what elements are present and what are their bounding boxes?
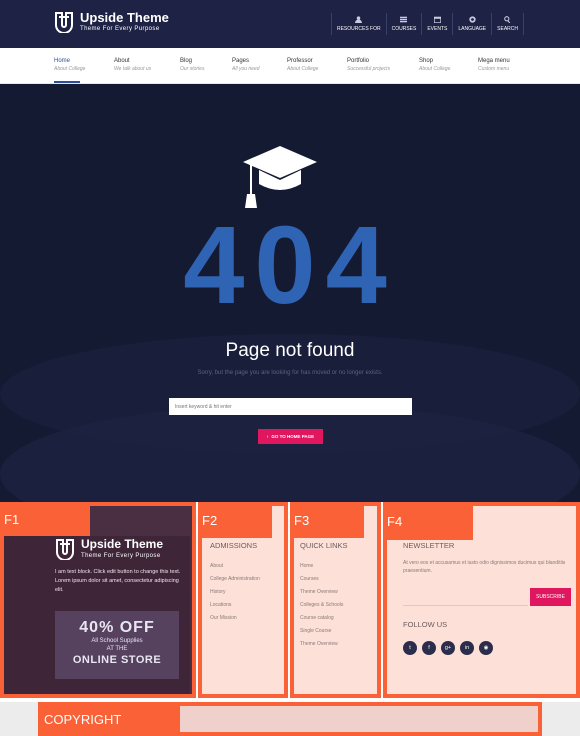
top-menu-label: SEARCH	[497, 26, 518, 32]
promo-store: ONLINE STORE	[72, 654, 162, 666]
footer-link[interactable]: Single Course	[300, 628, 343, 641]
top-menu-label: RESOURCES FOR	[336, 26, 381, 32]
go-home-button[interactable]: › GO TO HOME PAGE	[258, 429, 323, 444]
main-nav: Home About College About We talk about u…	[0, 48, 580, 84]
logo-icon	[56, 539, 74, 560]
footer-tag-f4: F4	[383, 502, 473, 540]
nav-item-professor[interactable]: Professor About College	[287, 58, 318, 72]
logo-title: Upside Theme	[80, 10, 169, 25]
footer-link[interactable]: History	[210, 589, 260, 602]
footer-logo[interactable]: Upside Theme Theme For Every Purpose	[55, 537, 163, 561]
nav-item-mega-menu[interactable]: Mega menu Custom menu	[478, 58, 510, 72]
quick-links-title: QUICK LINKS	[300, 541, 348, 550]
top-menu-label: LANGUAGE	[458, 26, 487, 32]
newsletter-email-input[interactable]	[403, 588, 528, 606]
newsletter-title: NEWSLETTER	[403, 541, 455, 550]
promo-line-2: AT THE	[106, 646, 128, 652]
footer-about-text: I am text block. Click edit button to ch…	[55, 569, 181, 593]
logo-icon	[55, 12, 73, 33]
top-menu-language[interactable]: LANGUAGE	[452, 13, 491, 35]
footer-tag-f1: F1	[0, 502, 90, 536]
nav-item-about[interactable]: About We talk about us	[114, 58, 151, 72]
top-menu-resources[interactable]: RESOURCES FOR	[330, 13, 386, 35]
subscribe-button[interactable]: SUBSCRIBE	[530, 588, 571, 606]
social-links: t f g+ in ◉	[403, 641, 498, 655]
top-menu: RESOURCES FOR COURSES EVENTS LANGUAGE SE…	[330, 13, 524, 35]
error-message: Sorry, but the page you are looking for …	[197, 370, 383, 376]
facebook-icon[interactable]: f	[422, 641, 436, 655]
google-plus-icon[interactable]: g+	[441, 641, 455, 655]
nav-label: Professor	[287, 58, 313, 64]
top-menu-search[interactable]: SEARCH	[491, 13, 524, 35]
error-code: 404	[183, 204, 397, 327]
hero-404: 404 Page not found Sorry, but the page y…	[0, 84, 580, 502]
nav-item-shop[interactable]: Shop About College	[419, 58, 450, 72]
active-nav-indicator	[54, 81, 80, 83]
top-menu-label: COURSES	[391, 26, 417, 32]
nav-sublabel: Successful projects	[347, 66, 391, 72]
globe-icon	[469, 16, 476, 23]
user-icon	[355, 16, 363, 23]
footer-logo-tagline: Theme For Every Purpose	[81, 553, 161, 559]
admissions-links: About College Administration History Loc…	[210, 563, 260, 628]
nav-label: About	[114, 58, 130, 64]
promo-line-1: All School Supplies	[91, 638, 143, 644]
nav-item-home[interactable]: Home About College	[54, 58, 85, 72]
footer-link[interactable]: About	[210, 563, 260, 576]
nav-label: Portfolio	[347, 58, 370, 64]
nav-label: Pages	[232, 58, 250, 64]
footer-tag-f3: F3	[290, 502, 364, 538]
nav-item-portfolio[interactable]: Portfolio Successful projects	[347, 58, 390, 72]
footer-link[interactable]: Theme Overview	[300, 589, 343, 602]
chevron-right-icon: ›	[266, 434, 269, 439]
site-logo[interactable]: Upside Theme Theme For Every Purpose	[54, 10, 169, 34]
nav-sublabel: About College	[287, 66, 319, 72]
nav-item-blog[interactable]: Blog Our stories	[180, 58, 204, 72]
nav-sublabel: All you need	[232, 66, 260, 72]
footer-link[interactable]: Theme Overview	[300, 641, 343, 654]
search-input[interactable]	[169, 398, 412, 415]
nav-sublabel: Our stories	[180, 66, 205, 72]
top-menu-label: EVENTS	[427, 26, 448, 32]
admissions-title: ADMISSIONS	[210, 541, 258, 550]
top-header: Upside Theme Theme For Every Purpose RES…	[0, 0, 580, 48]
copyright-label: COPYRIGHT	[38, 702, 180, 736]
footer-link[interactable]: Colleges & Schools	[300, 602, 343, 615]
quick-links: Home Courses Theme Overview Colleges & S…	[300, 563, 343, 654]
footer-link[interactable]: Locations	[210, 602, 260, 615]
error-title: Page not found	[225, 340, 355, 361]
list-icon	[400, 16, 408, 23]
nav-sublabel: About College	[54, 66, 86, 72]
nav-label: Shop	[419, 58, 434, 64]
logo-tagline: Theme For Every Purpose	[80, 26, 160, 32]
newsletter-text: At vero eos et accusamus et iusto odio d…	[403, 560, 566, 574]
calendar-icon	[433, 16, 441, 23]
footer-link[interactable]: Course catalog	[300, 615, 343, 628]
nav-label: Mega menu	[478, 58, 510, 64]
footer-logo-title: Upside Theme	[81, 537, 164, 551]
graduation-cap-icon	[243, 146, 317, 208]
nav-label: Blog	[180, 58, 193, 64]
promo-banner[interactable]: 40% OFF All School Supplies AT THE ONLIN…	[55, 611, 179, 679]
top-menu-events[interactable]: EVENTS	[421, 13, 452, 35]
footer-link[interactable]: Home	[300, 563, 343, 576]
go-home-label: GO TO HOME PAGE	[271, 434, 315, 439]
top-menu-courses[interactable]: COURSES	[385, 13, 422, 35]
footer-link[interactable]: Our Mission	[210, 615, 260, 628]
search-icon	[504, 16, 511, 23]
footer-tag-f2: F2	[198, 502, 272, 538]
promo-discount: 40% OFF	[79, 619, 155, 636]
nav-item-pages[interactable]: Pages All you need	[232, 58, 260, 72]
follow-us-title: FOLLOW US	[403, 620, 448, 629]
nav-sublabel: We talk about us	[114, 66, 152, 72]
nav-label: Home	[54, 58, 71, 64]
linkedin-icon[interactable]: in	[460, 641, 474, 655]
footer-link[interactable]: Courses	[300, 576, 343, 589]
dribbble-icon[interactable]: ◉	[479, 641, 493, 655]
nav-sublabel: About College	[419, 66, 451, 72]
footer-link[interactable]: College Administration	[210, 576, 260, 589]
twitter-icon[interactable]: t	[403, 641, 417, 655]
footer: F1 Upside Theme Theme For Every Purpose …	[0, 502, 580, 736]
nav-sublabel: Custom menu	[478, 66, 510, 72]
